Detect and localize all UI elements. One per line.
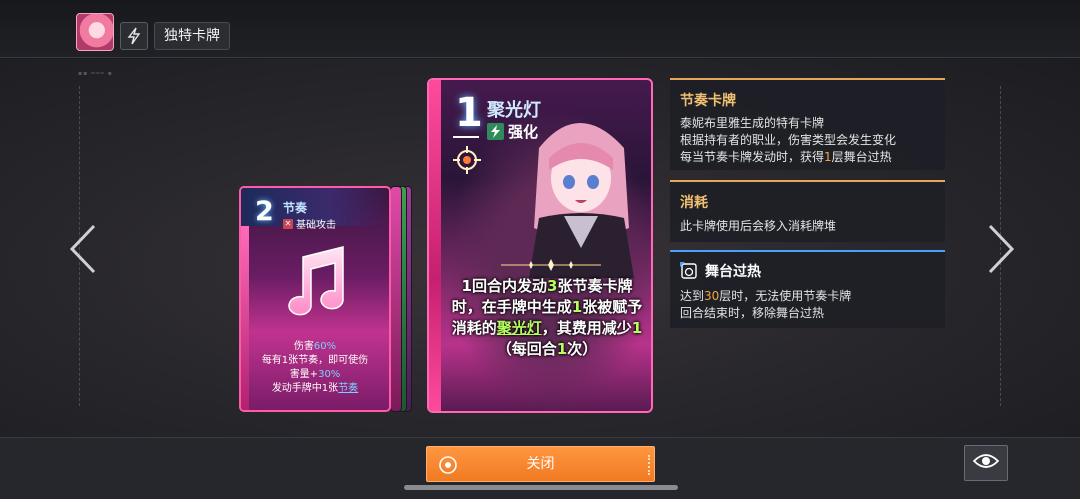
desc-text: 伤害 bbox=[293, 341, 314, 352]
desc-value: 60% bbox=[313, 341, 337, 352]
view-toggle-button[interactable] bbox=[964, 445, 1008, 481]
panel-text: 泰妮布里雅生成的特有卡牌 bbox=[680, 116, 825, 130]
panel-text: 达到 bbox=[680, 289, 705, 303]
lightning-bolt-icon bbox=[487, 123, 504, 140]
desc-text: ，其费用减少 bbox=[541, 319, 632, 337]
desc-text: （每回合 bbox=[496, 340, 557, 358]
panel-title: 消耗 bbox=[680, 195, 708, 211]
desc-text: 1回合内发动 bbox=[461, 277, 547, 295]
card-cost: 2 bbox=[255, 196, 274, 227]
home-indicator[interactable] bbox=[404, 485, 678, 490]
card-cost: 1 bbox=[455, 90, 483, 136]
panel-value: 1 bbox=[824, 150, 832, 164]
panel-text: 此卡牌使用后会移入消耗牌堆 bbox=[680, 219, 837, 233]
panel-body: 泰妮布里雅生成的特有卡牌 根据持有者的职业，伤害类型会发生变化 每当节奏卡牌发动… bbox=[680, 115, 896, 166]
desc-text: 发动手牌中1张 bbox=[271, 383, 339, 394]
desc-text: 每有1张节奏，即可使伤 bbox=[261, 355, 369, 366]
panel-text: 根据持有者的职业，伤害类型会发生变化 bbox=[680, 133, 897, 147]
card-edge-strip bbox=[429, 80, 441, 411]
card-description: 伤害60% 每有1张节奏，即可使伤 害量+30% 发动手牌中1张节奏 bbox=[251, 340, 379, 396]
next-arrow-icon[interactable] bbox=[980, 222, 1020, 276]
character-avatar[interactable] bbox=[76, 13, 114, 51]
overheat-icon bbox=[680, 262, 698, 280]
card-name: 节奏 bbox=[283, 201, 308, 215]
eye-icon bbox=[972, 452, 1000, 474]
panel-text: 层舞台过热 bbox=[831, 150, 892, 164]
page-title: 独特卡牌 bbox=[154, 22, 230, 50]
desc-value: 30% bbox=[318, 369, 341, 380]
previous-arrow-icon[interactable] bbox=[64, 222, 104, 276]
card-edge-strip bbox=[241, 226, 249, 410]
sparkle-decoration bbox=[501, 256, 601, 271]
card-type: 强化 bbox=[487, 121, 538, 142]
card-type-label: 基础攻击 bbox=[296, 220, 336, 231]
panel-title: 舞台过热 bbox=[705, 264, 761, 280]
lightning-bolt-icon bbox=[120, 22, 148, 50]
panel-body: 达到30层时，无法使用节奏卡牌 回合结束时，移除舞台过热 bbox=[680, 288, 851, 322]
panel-text: 每当节奏卡牌发动时，获得 bbox=[680, 150, 825, 164]
desc-value: 1 bbox=[631, 319, 643, 337]
spotlight-card[interactable]: 1 聚光灯 强化 1回合内发动3张节奏卡牌时，在手牌中生成1张被赋予消耗的聚光灯… bbox=[427, 78, 653, 413]
target-icon bbox=[453, 146, 481, 174]
card-stack-edge bbox=[390, 186, 402, 412]
card-name: 聚光灯 bbox=[487, 100, 541, 121]
close-button[interactable]: 关闭 bbox=[426, 446, 655, 482]
stage-overheat-panel: 舞台过热 达到30层时，无法使用节奏卡牌 回合结束时，移除舞台过热 bbox=[670, 250, 945, 328]
rhythm-card[interactable]: 2 节奏 ✕ 基础攻击 伤害60% 每有1张节奏，即可使伤 害量+30% 发动手… bbox=[239, 186, 391, 412]
desc-text: 害量+ bbox=[289, 369, 319, 380]
consume-panel: 消耗 此卡牌使用后会移入消耗牌堆 bbox=[670, 180, 945, 242]
card-type-label: 强化 bbox=[508, 123, 539, 141]
desc-value: 1 bbox=[556, 340, 568, 358]
decorative-dots bbox=[648, 455, 650, 475]
rhythm-card-panel: 节奏卡牌 泰妮布里雅生成的特有卡牌 根据持有者的职业，伤害类型会发生变化 每当节… bbox=[670, 78, 945, 170]
close-button-label: 关闭 bbox=[526, 456, 555, 472]
music-note-icon bbox=[281, 243, 353, 323]
desc-value: 3 bbox=[547, 277, 558, 295]
card-description: 1回合内发动3张节奏卡牌时，在手牌中生成1张被赋予消耗的聚光灯，其费用减少1（每… bbox=[449, 276, 645, 360]
panel-value: 30 bbox=[704, 289, 720, 303]
cost-underline bbox=[453, 136, 479, 138]
attack-type-icon: ✕ bbox=[283, 218, 293, 229]
top-bar: 独特卡牌 bbox=[0, 0, 1080, 58]
panel-text: 层时，无法使用节奏卡牌 bbox=[719, 289, 852, 303]
panel-title: 节奏卡牌 bbox=[680, 93, 736, 109]
panel-text: 回合结束时，移除舞台过热 bbox=[680, 306, 825, 320]
desc-value: 1 bbox=[571, 298, 583, 316]
desc-text: 次） bbox=[567, 340, 598, 358]
keyword-link[interactable]: 聚光灯 bbox=[497, 319, 542, 337]
decorative-text: ▪▪ ━━━ ▪ bbox=[78, 70, 113, 77]
keyword-link[interactable]: 节奏 bbox=[338, 383, 358, 394]
card-type: ✕ 基础攻击 bbox=[283, 216, 336, 231]
